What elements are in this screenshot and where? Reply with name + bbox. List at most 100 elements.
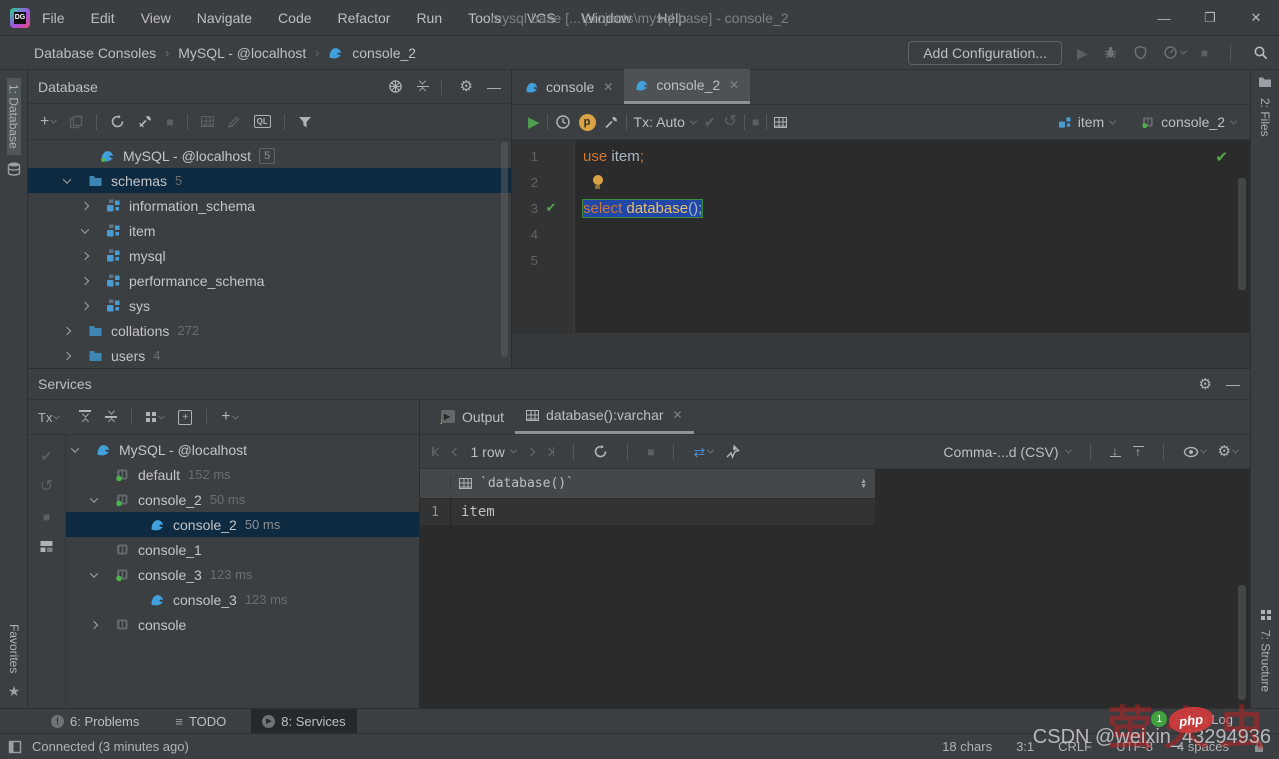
tool-button-structure[interactable]: 7: Structure [1259, 624, 1273, 698]
service-row-console2-result[interactable]: console_2 50 ms [66, 512, 419, 537]
rollback-icon[interactable]: ↺ [724, 114, 737, 130]
sort-icon[interactable]: ▲ ▼ [860, 478, 867, 490]
rollback-icon[interactable]: ↺ [40, 479, 53, 495]
inspection-status-check-icon[interactable]: ✔ [1215, 148, 1228, 166]
service-row-console3-session[interactable]: console_3 123 ms [66, 562, 419, 587]
execute-play-icon[interactable]: ▶ [528, 115, 540, 130]
tab-result-database-varchar[interactable]: database():varchar ✕ [515, 399, 694, 434]
service-row-default[interactable]: default 152 ms [66, 462, 419, 487]
minimize-button[interactable]: — [1141, 0, 1187, 36]
tx-mode-selector[interactable]: Tx: Auto [634, 115, 697, 129]
tree-row-collations[interactable]: collations 272 [28, 318, 511, 343]
add-configuration-button[interactable]: Add Configuration... [908, 40, 1062, 65]
download-icon[interactable]: ↓ [1109, 445, 1121, 458]
pin-tab-icon[interactable] [725, 444, 741, 459]
code-content[interactable]: use item; select database(); [575, 140, 1250, 333]
expand-all-icon[interactable] [79, 410, 92, 425]
tab-output[interactable]: ▶ ↓ Output [430, 399, 515, 434]
tree-row-schemas[interactable]: schemas 5 [28, 168, 511, 193]
service-row-console2-session[interactable]: console_2 50 ms [66, 487, 419, 512]
compare-icon[interactable]: ⇄ [693, 445, 715, 459]
tool-button-services[interactable]: ▶ 8: Services [251, 708, 357, 734]
output-scrollbar[interactable] [1238, 585, 1246, 700]
menu-run[interactable]: Run [416, 10, 442, 26]
menu-refactor[interactable]: Refactor [338, 10, 391, 26]
tool-button-favorites[interactable]: Favorites [7, 618, 21, 679]
commit-check-icon[interactable]: ✔ [41, 449, 53, 463]
globe-icon[interactable] [388, 79, 403, 94]
tree-row-users[interactable]: users 4 [28, 343, 511, 368]
tool-windows-icon[interactable] [8, 740, 22, 754]
tool-button-database[interactable]: 1: Database [6, 78, 21, 155]
search-everywhere-icon[interactable] [1253, 45, 1269, 61]
stop-icon[interactable]: ■ [752, 116, 759, 128]
service-row-datasource[interactable]: MySQL - @localhost [66, 437, 419, 462]
menu-code[interactable]: Code [278, 10, 311, 26]
view-options-eye-icon[interactable] [1183, 446, 1207, 458]
refresh-icon[interactable] [110, 114, 125, 129]
group-by-icon[interactable] [146, 412, 166, 422]
panel-settings-gear-icon[interactable]: ⚙ [1199, 377, 1212, 392]
tree-row-performance-schema[interactable]: performance_schema [28, 268, 511, 293]
close-tab-icon[interactable]: ✕ [603, 80, 613, 94]
reload-data-icon[interactable] [593, 444, 608, 459]
commit-check-icon[interactable]: ✔ [704, 115, 716, 129]
close-button[interactable]: ✕ [1233, 0, 1279, 36]
tree-row-item[interactable]: item [28, 218, 511, 243]
intention-bulb-icon[interactable] [591, 174, 604, 190]
tree-row-sys[interactable]: sys [28, 293, 511, 318]
code-editor[interactable]: 1 2 3 ✔ 4 5 use item; select database(); … [512, 140, 1250, 333]
caret-position[interactable]: 3:1 [1016, 739, 1034, 754]
breadcrumb-console[interactable]: console_2 [352, 45, 416, 61]
filter-funnel-icon[interactable] [298, 115, 312, 129]
stop-icon[interactable]: ■ [43, 511, 50, 523]
export-format-selector[interactable]: Comma-...d (CSV) [943, 445, 1072, 459]
editor-scrollbar[interactable] [1238, 178, 1246, 290]
menu-view[interactable]: View [141, 10, 171, 26]
breadcrumb-datasource[interactable]: MySQL - @localhost [178, 45, 306, 61]
maximize-button[interactable]: ❐ [1187, 0, 1233, 36]
table-data-icon[interactable] [200, 116, 214, 127]
datasource-properties-wrench-icon[interactable] [138, 114, 153, 129]
hide-panel-icon[interactable]: — [487, 80, 501, 94]
duplicate-icon[interactable] [69, 115, 83, 129]
layout-icon[interactable] [39, 539, 54, 554]
last-page-icon[interactable] [544, 447, 555, 456]
tool-button-problems[interactable]: ! 6: Problems [40, 709, 150, 734]
next-page-icon[interactable] [526, 447, 535, 456]
edit-pencil-icon[interactable] [227, 115, 241, 129]
menu-file[interactable]: File [42, 10, 65, 26]
first-page-icon[interactable] [432, 447, 442, 456]
grid-row-1[interactable]: 1 item [420, 499, 875, 526]
tab-console[interactable]: console ✕ [514, 69, 624, 104]
tx-icon[interactable]: Tx [38, 411, 61, 424]
schema-switcher[interactable]: item [1058, 115, 1117, 129]
service-row-console3-result[interactable]: console_3 123 ms [66, 587, 419, 612]
tree-row-datasource[interactable]: MySQL - @localhost 5 [28, 143, 511, 168]
service-row-console[interactable]: console [66, 612, 419, 637]
previous-page-icon[interactable] [451, 447, 460, 456]
add-service-icon[interactable]: + [221, 409, 239, 425]
service-row-console1[interactable]: console_1 [66, 537, 419, 562]
tab-console-2[interactable]: console_2 ✕ [624, 69, 751, 104]
menu-edit[interactable]: Edit [91, 10, 115, 26]
parameters-icon[interactable]: p [578, 113, 596, 131]
run-icon[interactable]: ▶ [1077, 46, 1088, 60]
panel-settings-gear-icon[interactable]: ⚙ [460, 79, 473, 94]
collapse-all-icon[interactable] [416, 77, 429, 95]
close-tab-icon[interactable]: ✕ [673, 408, 683, 422]
tree-row-information-schema[interactable]: information_schema [28, 193, 511, 218]
grid-cell-database[interactable]: item [450, 499, 700, 525]
tree-row-mysql[interactable]: mysql [28, 243, 511, 268]
collapse-all-icon[interactable] [105, 407, 118, 425]
stop-icon[interactable]: ■ [647, 446, 654, 458]
breadcrumb-database-consoles[interactable]: Database Consoles [34, 45, 156, 61]
tool-button-todo[interactable]: ≡ TODO [164, 709, 237, 734]
hide-panel-icon[interactable]: — [1226, 377, 1240, 391]
profiler-dropdown-icon[interactable] [1179, 47, 1187, 55]
grid-settings-gear-icon[interactable]: ⚙ [1218, 444, 1240, 459]
history-clock-icon[interactable] [555, 114, 571, 130]
stop-icon[interactable]: ■ [166, 116, 173, 128]
view-as-table-icon[interactable] [774, 116, 788, 128]
grid-column-header[interactable]: `database()` ▲ ▼ [450, 476, 875, 491]
